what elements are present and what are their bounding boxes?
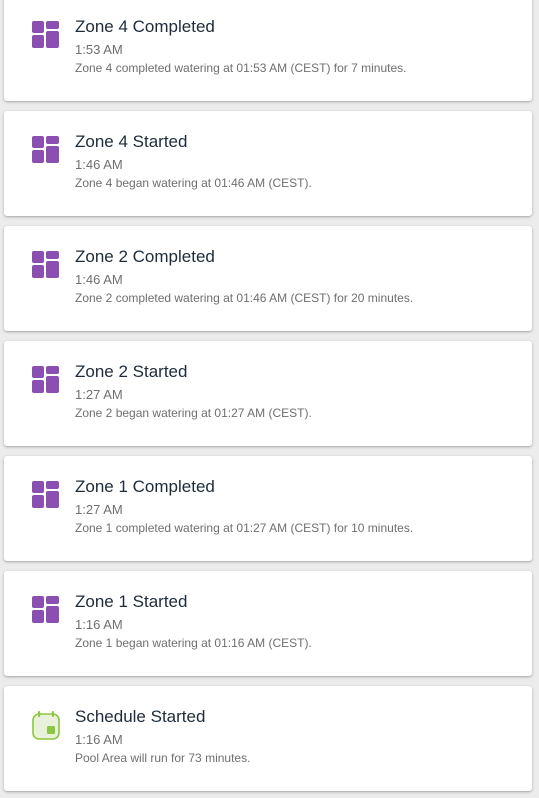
event-description: Zone 1 completed watering at 01:27 AM (C… xyxy=(75,521,414,535)
event-title: Zone 1 Completed xyxy=(75,477,215,496)
event-description: Zone 1 began watering at 01:16 AM (CEST)… xyxy=(75,636,312,650)
event-card[interactable]: Zone 1 Completed 1:27 AM Zone 1 complete… xyxy=(4,456,532,561)
event-card[interactable]: Zone 4 Completed 1:53 AM Zone 4 complete… xyxy=(4,0,532,101)
event-title: Zone 2 Started xyxy=(75,362,188,381)
event-time: 1:27 AM xyxy=(75,502,123,517)
event-card[interactable]: Schedule Started 1:16 AM Pool Area will … xyxy=(4,686,532,791)
event-time: 1:27 AM xyxy=(75,387,123,402)
event-title: Schedule Started xyxy=(75,707,206,726)
event-card[interactable]: Zone 1 Started 1:16 AM Zone 1 began wate… xyxy=(4,571,532,676)
event-card[interactable]: Zone 4 Started 1:46 AM Zone 4 began wate… xyxy=(4,111,532,216)
zone-grid-icon xyxy=(32,481,59,508)
event-title: Zone 4 Started xyxy=(75,132,188,151)
event-feed: Zone 4 Completed 1:53 AM Zone 4 complete… xyxy=(0,0,539,798)
zone-grid-icon xyxy=(32,21,59,48)
event-time: 1:46 AM xyxy=(75,157,123,172)
event-description: Zone 4 began watering at 01:46 AM (CEST)… xyxy=(75,176,312,190)
event-title: Zone 4 Completed xyxy=(75,17,215,36)
event-card[interactable]: Zone 2 Completed 1:46 AM Zone 2 complete… xyxy=(4,226,532,331)
zone-grid-icon xyxy=(32,136,59,163)
event-card[interactable]: Zone 2 Started 1:27 AM Zone 2 began wate… xyxy=(4,341,532,446)
zone-grid-icon xyxy=(32,596,59,623)
event-time: 1:53 AM xyxy=(75,42,123,57)
calendar-icon xyxy=(32,711,60,740)
event-description: Zone 2 completed watering at 01:46 AM (C… xyxy=(75,291,414,305)
event-time: 1:46 AM xyxy=(75,272,123,287)
event-time: 1:16 AM xyxy=(75,617,123,632)
event-description: Zone 2 began watering at 01:27 AM (CEST)… xyxy=(75,406,312,420)
event-time: 1:16 AM xyxy=(75,732,123,747)
event-title: Zone 1 Started xyxy=(75,592,188,611)
event-description: Zone 4 completed watering at 01:53 AM (C… xyxy=(75,61,407,75)
event-title: Zone 2 Completed xyxy=(75,247,215,266)
zone-grid-icon xyxy=(32,366,59,393)
event-description: Pool Area will run for 73 minutes. xyxy=(75,751,251,765)
zone-grid-icon xyxy=(32,251,59,278)
